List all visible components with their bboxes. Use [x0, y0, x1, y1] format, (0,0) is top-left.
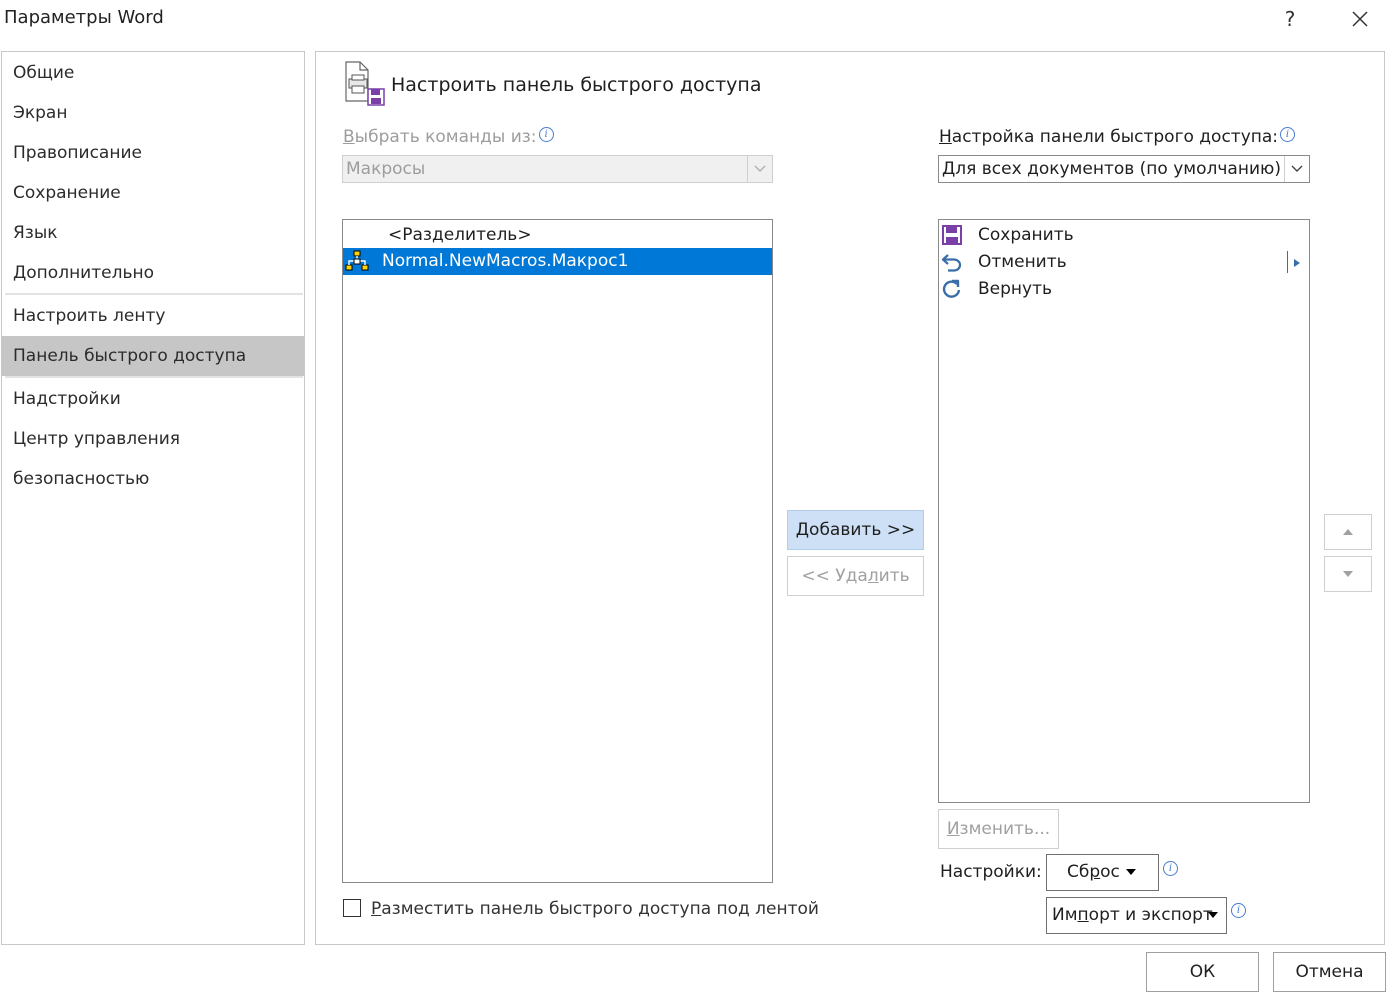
nav-item-quick-access-toolbar[interactable]: Панель быстрого доступа: [2, 336, 304, 376]
caret-down-icon: [1126, 869, 1136, 875]
import-export-dropdown-button[interactable]: Импорт и экспорт: [1046, 897, 1227, 934]
cancel-button[interactable]: Отмена: [1273, 952, 1386, 992]
window-title: Параметры Word: [4, 7, 164, 28]
qat-commands-list[interactable]: Сохранить Отменить Вернуть: [938, 219, 1310, 803]
reset-dropdown-button[interactable]: Сброс: [1046, 854, 1159, 891]
chevron-down-icon: [1284, 156, 1309, 182]
nav-item-save[interactable]: Сохранение: [2, 173, 304, 213]
customize-qat-dropdown[interactable]: Для всех документов (по умолчанию): [938, 155, 1310, 183]
settings-label: Настройки:: [940, 862, 1042, 882]
info-icon: i: [1280, 127, 1296, 142]
caret-down-icon: [1208, 912, 1218, 918]
list-item-separator[interactable]: <Разделитель>: [343, 222, 772, 249]
submenu-arrow-icon[interactable]: [1293, 258, 1301, 268]
nav-item-proofing[interactable]: Правописание: [2, 133, 304, 173]
nav-divider: [5, 376, 303, 378]
list-item-undo[interactable]: Отменить: [939, 249, 1309, 276]
available-commands-list[interactable]: <Разделитель> Normal.NewMacros.Макрос1: [342, 219, 773, 883]
quick-access-toolbar-icon: [345, 61, 385, 106]
nav-item-trust-center[interactable]: Центр управления безопасностью: [2, 419, 304, 489]
modify-button[interactable]: Изменить...: [938, 809, 1059, 849]
list-item-save[interactable]: Сохранить: [939, 222, 1309, 249]
nav-item-general[interactable]: Общие: [2, 53, 304, 93]
add-button[interactable]: Добавить >>: [787, 510, 924, 550]
close-button[interactable]: [1340, 4, 1380, 34]
info-icon: i: [538, 127, 554, 142]
nav-item-language[interactable]: Язык: [2, 213, 304, 253]
redo-icon: [942, 279, 961, 298]
move-down-button[interactable]: [1324, 556, 1372, 592]
close-icon: [1352, 11, 1368, 27]
choose-commands-dropdown[interactable]: Макросы: [342, 155, 773, 183]
nav-item-display[interactable]: Экран: [2, 93, 304, 133]
move-up-button[interactable]: [1324, 514, 1372, 550]
list-item-redo[interactable]: Вернуть: [939, 276, 1309, 303]
triangle-down-icon: [1343, 571, 1353, 577]
save-icon: [942, 225, 962, 245]
show-below-ribbon-checkbox[interactable]: [343, 899, 361, 917]
remove-button[interactable]: << Удалить: [787, 556, 924, 596]
nav-item-advanced[interactable]: Дополнительно: [2, 253, 304, 293]
chevron-down-icon: [747, 156, 772, 182]
list-item-macro[interactable]: Normal.NewMacros.Макрос1: [343, 248, 772, 275]
ok-button[interactable]: ОК: [1146, 952, 1259, 992]
help-button[interactable]: ?: [1270, 4, 1310, 34]
nav-divider: [5, 293, 303, 295]
show-below-ribbon-label[interactable]: Разместить панель быстрого доступа под л…: [371, 899, 819, 919]
info-icon: i: [1163, 861, 1178, 876]
page-title: Настроить панель быстрого доступа: [391, 74, 762, 96]
help-icon: ?: [1284, 7, 1296, 31]
options-nav: Общие Экран Правописание Сохранение Язык…: [1, 51, 305, 945]
submenu-divider: [1287, 251, 1288, 273]
triangle-up-icon: [1343, 529, 1353, 535]
nav-item-customize-ribbon[interactable]: Настроить ленту: [2, 296, 304, 336]
macro-icon: [345, 250, 369, 271]
nav-item-addins[interactable]: Надстройки: [2, 379, 304, 419]
info-icon: i: [1231, 903, 1246, 918]
undo-icon: [941, 254, 962, 272]
choose-commands-label: Выбрать команды из: i: [343, 127, 554, 147]
customize-qat-label: Настройка панели быстрого доступа: i: [939, 127, 1296, 147]
